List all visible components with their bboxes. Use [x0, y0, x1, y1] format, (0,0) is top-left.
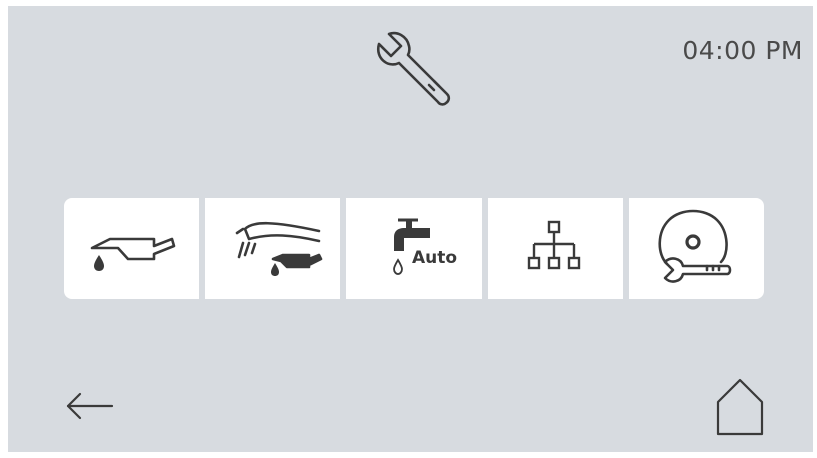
disc-service-button[interactable] [628, 198, 765, 299]
home-button[interactable] [708, 372, 772, 438]
handpiece-oil-button[interactable] [205, 198, 341, 299]
function-toolbar: Auto [64, 198, 765, 299]
auto-label: Auto [412, 248, 457, 268]
back-button[interactable] [62, 384, 118, 428]
disc-wrench-icon [658, 209, 732, 283]
wrench-icon [373, 28, 453, 108]
oil-can-button[interactable] [64, 198, 200, 299]
handpiece-oil-icon [235, 221, 323, 276]
arrow-left-icon [66, 392, 114, 420]
hierarchy-icon [528, 220, 581, 269]
network-button[interactable] [487, 198, 623, 299]
auto-water-button[interactable]: Auto [346, 198, 482, 299]
home-icon [716, 378, 764, 436]
clock: 04:00 PM [682, 36, 803, 65]
service-screen: 04:00 PM Auto [8, 6, 813, 452]
water-tap-icon: Auto [393, 218, 457, 275]
oil-can-icon [90, 237, 175, 271]
